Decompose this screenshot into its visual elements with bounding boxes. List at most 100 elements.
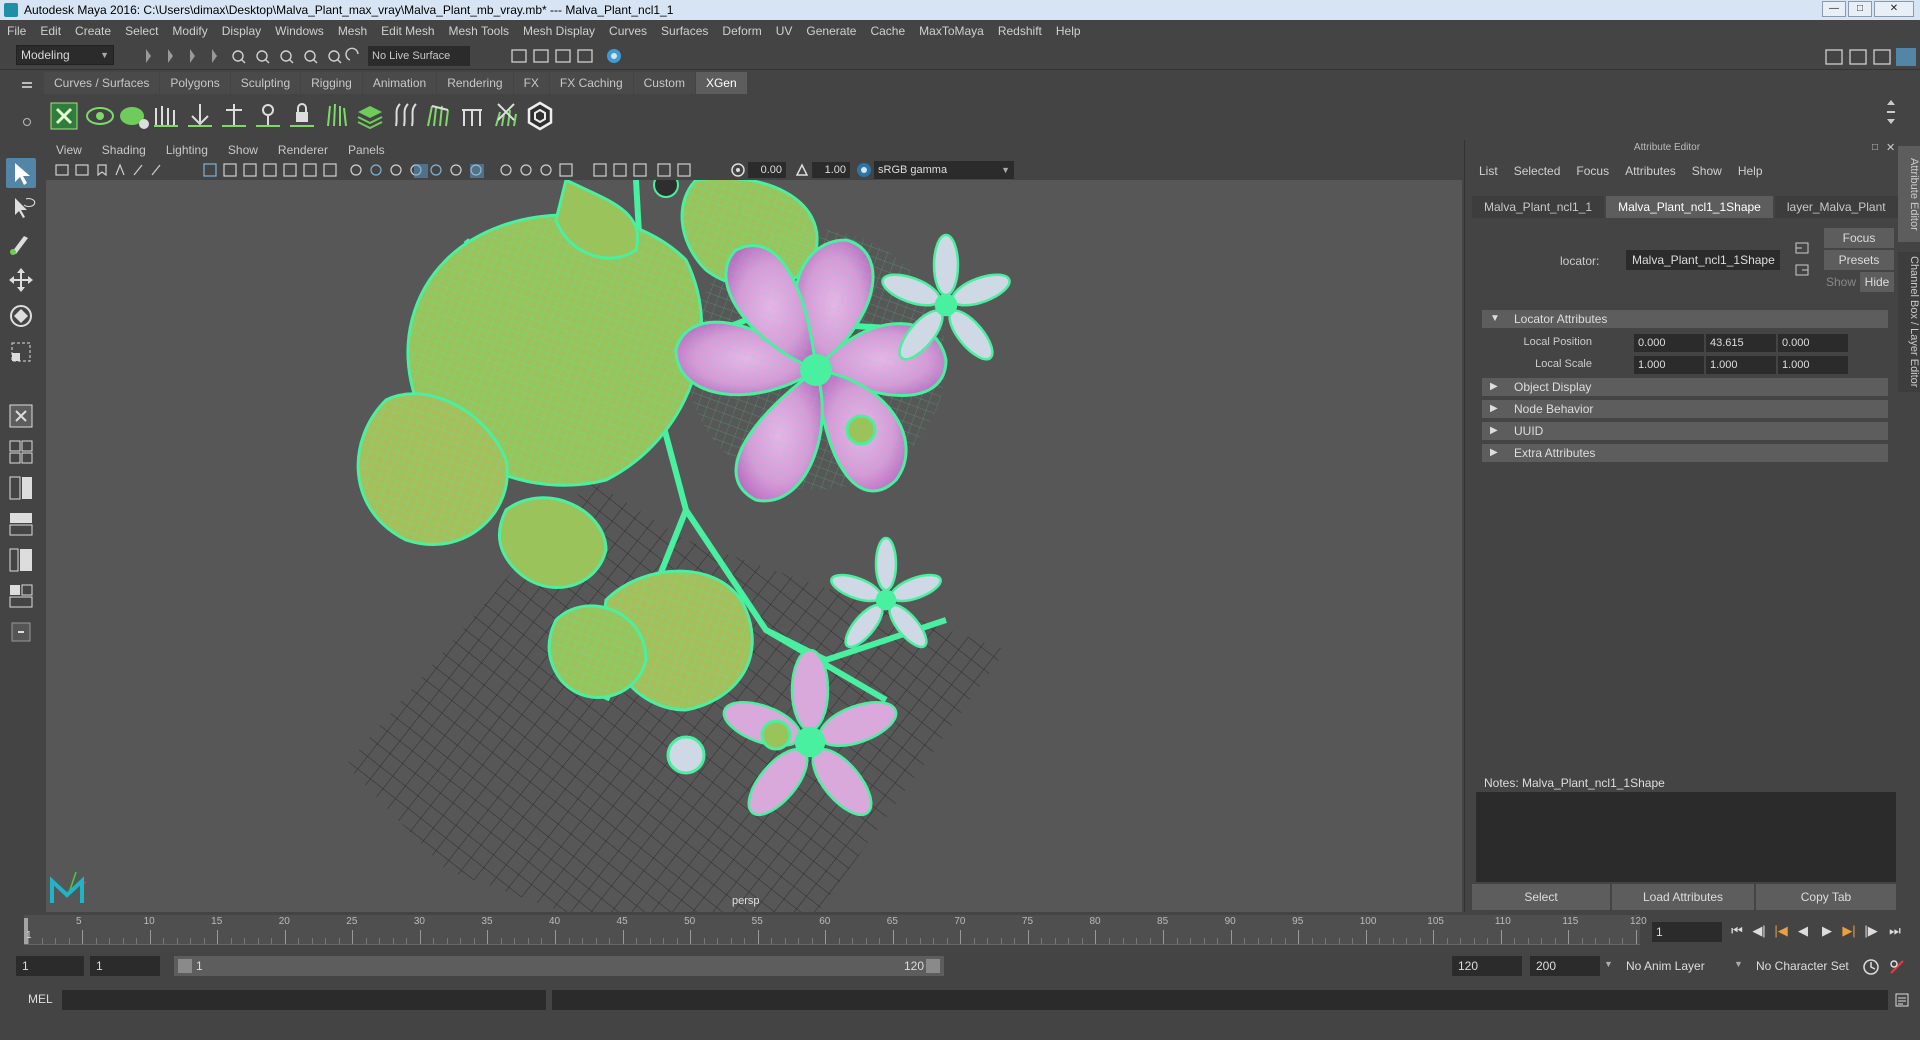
gamma-field[interactable]: 1.00 — [812, 162, 850, 178]
side-tab-channel-box[interactable]: Channel Box / Layer Editor — [1898, 252, 1920, 392]
time-slider-track[interactable] — [24, 915, 1640, 945]
maximize-button[interactable]: □ — [1848, 1, 1872, 17]
ae-tab-shape[interactable]: Malva_Plant_ncl1_1Shape — [1606, 196, 1773, 218]
selection-mask-icons[interactable] — [230, 46, 360, 66]
animation-preferences-icon[interactable] — [1888, 958, 1906, 976]
shelf-tab-animation[interactable]: Animation — [362, 72, 437, 94]
presets-button[interactable]: Presets — [1824, 250, 1894, 270]
ae-menu-list[interactable]: List — [1472, 164, 1507, 178]
ae-menu-show[interactable]: Show — [1685, 164, 1731, 178]
viewport-menu-show[interactable]: Show — [218, 143, 268, 157]
menu-maxtomaya[interactable]: MaxToMaya — [912, 20, 991, 42]
ae-menu-focus[interactable]: Focus — [1569, 164, 1618, 178]
chevron-down-icon[interactable]: ▼ — [1604, 959, 1613, 969]
menu-windows[interactable]: Windows — [268, 20, 331, 42]
shelf-tab-curves-surfaces[interactable]: Curves / Surfaces — [44, 72, 160, 94]
step-back-key-icon[interactable]: |◀ — [1772, 922, 1790, 940]
hypershade-layout-icon[interactable] — [6, 581, 36, 611]
go-to-output-icon[interactable] — [1794, 262, 1810, 278]
play-backwards-icon[interactable]: ◀ — [1794, 922, 1812, 940]
xgen-guide-icon[interactable] — [150, 100, 182, 132]
step-forward-frame-icon[interactable]: |▶ — [1862, 922, 1880, 940]
single-view-layout-icon[interactable] — [6, 401, 36, 431]
range-end-handle[interactable] — [926, 959, 940, 973]
collapse-handle-icon[interactable] — [168, 49, 173, 63]
shelf-options-icon[interactable] — [23, 118, 31, 126]
local-scale-z-field[interactable]: 1.000 — [1778, 356, 1848, 374]
anim-layer-dropdown[interactable]: No Anim Layer — [1622, 956, 1742, 976]
four-view-layout-icon[interactable] — [6, 437, 36, 467]
step-forward-key-icon[interactable]: ▶| — [1840, 922, 1858, 940]
command-input[interactable] — [62, 990, 546, 1010]
menu-create[interactable]: Create — [68, 20, 118, 42]
move-tool-icon[interactable] — [6, 265, 36, 295]
shelf-tab-sculpting[interactable]: Sculpting — [230, 72, 301, 94]
menu-uv[interactable]: UV — [769, 20, 800, 42]
collapse-handle-icon[interactable] — [212, 49, 217, 63]
xgen-add-guide-icon[interactable] — [184, 100, 216, 132]
ae-tab-layer[interactable]: layer_Malva_Plant — [1774, 196, 1898, 218]
workspace-icons[interactable] — [1822, 46, 1918, 68]
xgen-layers-icon[interactable] — [354, 100, 386, 132]
shelf-tab-fx[interactable]: FX — [513, 72, 549, 94]
local-scale-x-field[interactable]: 1.000 — [1634, 356, 1704, 374]
lasso-tool-icon[interactable] — [6, 193, 36, 223]
side-by-side-layout-icon[interactable] — [6, 473, 36, 503]
menu-mesh-display[interactable]: Mesh Display — [516, 20, 602, 42]
character-set-dropdown[interactable]: No Character Set — [1752, 956, 1868, 976]
menu-edit-mesh[interactable]: Edit Mesh — [374, 20, 441, 42]
xgen-comb-icon[interactable] — [388, 100, 420, 132]
render-icons[interactable] — [490, 46, 640, 66]
locator-name-field[interactable]: Malva_Plant_ncl1_1Shape — [1626, 250, 1780, 270]
gamma-icon[interactable] — [794, 162, 810, 178]
range-bar[interactable] — [174, 956, 944, 976]
local-position-y-field[interactable]: 43.615 — [1706, 334, 1776, 352]
go-to-start-icon[interactable]: ⏮ — [1728, 922, 1746, 940]
range-start-handle[interactable] — [178, 959, 192, 973]
viewport-menu-view[interactable]: View — [46, 143, 92, 157]
plant-wireframe-render[interactable] — [46, 180, 1462, 912]
xgen-rotate-guide-icon[interactable] — [252, 100, 284, 132]
rotate-tool-icon[interactable] — [6, 301, 36, 331]
animation-end-field[interactable]: 200 — [1530, 956, 1600, 976]
color-management-icon[interactable] — [856, 162, 872, 178]
playback-end-field[interactable]: 120 — [1452, 956, 1522, 976]
collapse-handle-icon[interactable] — [146, 49, 151, 63]
section-object-display[interactable]: ▶ Object Display — [1482, 378, 1888, 396]
notes-textarea[interactable] — [1476, 792, 1896, 882]
copy-tab-button[interactable]: Copy Tab — [1756, 884, 1896, 910]
live-surface-field[interactable]: No Live Surface — [368, 46, 470, 66]
viewport-menu-lighting[interactable]: Lighting — [156, 143, 218, 157]
xgen-create-description-icon[interactable] — [118, 100, 150, 132]
paint-select-tool-icon[interactable] — [6, 228, 36, 258]
menu-edit[interactable]: Edit — [33, 20, 68, 42]
close-panel-icon[interactable]: ✕ — [1886, 141, 1895, 154]
script-language-toggle[interactable]: MEL — [28, 992, 53, 1006]
menu-cache[interactable]: Cache — [863, 20, 912, 42]
viewport-3d-scene[interactable] — [46, 180, 1462, 912]
section-locator-attributes[interactable]: ▼ Locator Attributes — [1482, 310, 1888, 328]
shelf-scroll-icon[interactable] — [1886, 98, 1896, 134]
exposure-icon[interactable] — [730, 162, 746, 178]
xgen-editor-icon[interactable] — [48, 100, 80, 132]
shelf-tab-custom[interactable]: Custom — [633, 72, 695, 94]
persp-outliner-layout-icon[interactable] — [6, 509, 36, 539]
scale-tool-icon[interactable] — [6, 337, 36, 367]
show-button[interactable]: Show — [1824, 272, 1858, 292]
xgen-lock-guide-icon[interactable] — [286, 100, 318, 132]
menu-generate[interactable]: Generate — [799, 20, 863, 42]
menu-mesh[interactable]: Mesh — [331, 20, 374, 42]
persp-graph-layout-icon[interactable] — [6, 545, 36, 575]
xgen-sculpt-guide-icon[interactable] — [218, 100, 250, 132]
xgen-noise-icon[interactable] — [490, 100, 522, 132]
side-tab-attribute-editor[interactable]: Attribute Editor — [1898, 146, 1920, 242]
menu-deform[interactable]: Deform — [715, 20, 768, 42]
viewport-menu-renderer[interactable]: Renderer — [268, 143, 338, 157]
color-space-dropdown[interactable]: sRGB gamma ▼ — [874, 161, 1014, 179]
viewport-toolbar-icons[interactable] — [54, 162, 734, 178]
shelf-menu-icon[interactable] — [22, 82, 32, 84]
local-position-z-field[interactable]: 0.000 — [1778, 334, 1848, 352]
viewport-menu-shading[interactable]: Shading — [92, 143, 156, 157]
menu-modify[interactable]: Modify — [165, 20, 214, 42]
chevron-down-icon[interactable]: ▼ — [1734, 959, 1743, 969]
